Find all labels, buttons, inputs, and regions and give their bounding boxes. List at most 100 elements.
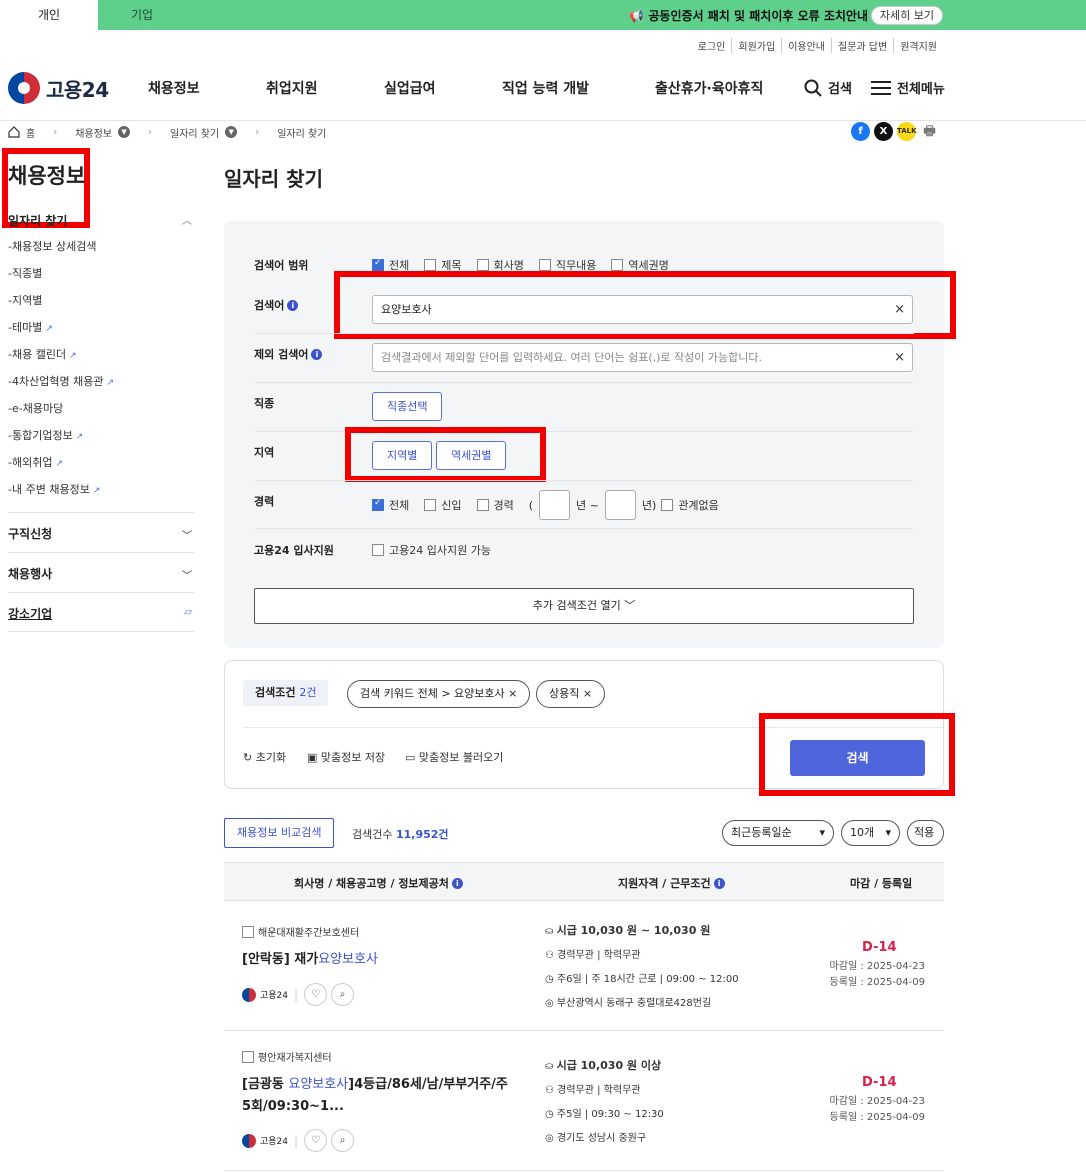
- remove-icon[interactable]: ×: [583, 687, 592, 700]
- info-icon[interactable]: i: [311, 349, 323, 360]
- location-pin-icon: ◎: [545, 1133, 554, 1144]
- header-search-button[interactable]: 검색: [804, 78, 852, 97]
- breadcrumb-home[interactable]: 홈: [26, 125, 35, 140]
- career-max-year-input[interactable]: [604, 490, 636, 520]
- signup-link[interactable]: 회원가입: [731, 38, 781, 53]
- compare-button[interactable]: 채용정보 비교검색: [224, 818, 335, 848]
- sidebar-item-by-region[interactable]: -지역별: [8, 292, 42, 308]
- heart-icon[interactable]: ♡: [304, 1129, 328, 1152]
- magnifier-icon[interactable]: ⌕: [331, 983, 355, 1006]
- sidebar-title: 채용정보: [8, 164, 86, 188]
- tab-personal[interactable]: 개인: [0, 0, 98, 30]
- page-size-select[interactable]: 10개 ▾: [841, 820, 900, 846]
- sidebar-item-by-theme[interactable]: -테마별 ↗: [8, 319, 53, 335]
- sidebar-item-company-info[interactable]: -통합기업정보 ↗: [8, 427, 83, 443]
- career-any-checkbox[interactable]: 관계없음: [661, 497, 719, 513]
- nav-employment-support[interactable]: 취업지원: [266, 78, 318, 98]
- career-exp-checkbox[interactable]: 경력: [476, 497, 514, 513]
- tab-business[interactable]: 기업: [98, 0, 186, 30]
- site-logo[interactable]: 고용24: [8, 72, 109, 104]
- chevron-right-icon: ›: [53, 126, 58, 138]
- reset-button[interactable]: ↻ 초기화: [243, 749, 286, 765]
- career-min-year-input[interactable]: [539, 490, 571, 520]
- sidebar-item-overseas[interactable]: -해외취업 ↗: [8, 454, 63, 470]
- divider: [254, 382, 914, 383]
- more-conditions-button[interactable]: 추가 검색조건 열기 ﹀: [254, 588, 914, 624]
- job-title-link-2[interactable]: [금광동 요양보호사]4등급/86세/남/부부거주/주5회/09:30~1...: [242, 1074, 510, 1118]
- nav-unemployment-benefit[interactable]: 실업급여: [384, 78, 436, 98]
- remove-icon[interactable]: ×: [508, 687, 517, 700]
- external-link-icon: ↗: [45, 324, 53, 334]
- qna-link[interactable]: 질문과 답변: [831, 38, 893, 53]
- notice-text[interactable]: 📢 공동인증서 패치 및 패치이후 오류 조치안내: [629, 7, 868, 24]
- chevron-right-icon: ›: [255, 126, 260, 138]
- support-checkbox[interactable]: 고용24 입사지원 가능: [372, 542, 491, 558]
- job-select-button[interactable]: 직종선택: [372, 392, 443, 421]
- facebook-icon[interactable]: f: [851, 122, 870, 141]
- apply-button[interactable]: 적용: [907, 820, 944, 846]
- guide-link[interactable]: 이용안내: [781, 38, 831, 53]
- sidebar-section-strong-sme[interactable]: 강소기업 ▱: [8, 592, 194, 632]
- scope-label: 검색어 범위: [254, 259, 309, 272]
- nav-parental-leave[interactable]: 출산휴가·육아휴직: [655, 78, 763, 98]
- sort-select[interactable]: 최근등록일순 ▾: [722, 820, 834, 846]
- hamburger-menu-icon: [871, 80, 891, 95]
- taegeuk-logo-icon: [242, 987, 256, 1002]
- chevron-down-icon[interactable]: ▼: [225, 126, 238, 138]
- info-icon[interactable]: i: [287, 300, 299, 311]
- save-custom-button[interactable]: ▣ 맞춤정보 저장: [307, 749, 385, 765]
- job-source-1: 고용24 | ♡ ⌕: [242, 983, 355, 1006]
- clear-icon[interactable]: ×: [894, 344, 905, 371]
- breadcrumb-find-jobs[interactable]: 일자리 찾기: [170, 125, 219, 140]
- source-logo: 고용24: [242, 987, 288, 1002]
- job-select-checkbox[interactable]: 해운대재활주간보호센터: [242, 924, 359, 939]
- coin-icon: ⛀: [545, 926, 554, 937]
- divider: [224, 1170, 944, 1171]
- sidebar-current-menu[interactable]: 일자리 찾기: [8, 212, 67, 229]
- kakaotalk-icon[interactable]: TALK: [897, 122, 917, 141]
- job-qual-1: ⚇ 경력무관 | 학력무관: [545, 950, 641, 961]
- remote-support-link[interactable]: 원격지원: [893, 38, 943, 53]
- chevron-up-icon[interactable]: ︿: [182, 212, 192, 227]
- sidebar-section-events[interactable]: 채용행사 ﹀: [8, 552, 194, 592]
- full-menu-button[interactable]: 전체메뉴: [871, 78, 945, 97]
- print-icon[interactable]: 🖶: [920, 122, 939, 141]
- breadcrumb-jobs[interactable]: 채용정보: [75, 125, 112, 140]
- exclude-input[interactable]: 검색결과에서 제외할 단어를 입력하세요. 여러 단어는 쉼표(,)로 작성이 …: [372, 343, 913, 372]
- header-deadline: 마감 / 등록일: [850, 877, 913, 890]
- career-all-checkbox[interactable]: 전체: [372, 497, 409, 513]
- condition-chip-keyword[interactable]: 검색 키워드 전체 > 요양보호사 ×: [347, 680, 531, 708]
- chevron-down-icon: ﹀: [182, 571, 192, 582]
- nav-vocational-training[interactable]: 직업 능력 개발: [502, 78, 589, 98]
- info-icon[interactable]: i: [713, 878, 725, 889]
- chevron-down-icon: ﹀: [182, 531, 192, 542]
- login-link[interactable]: 로그인: [692, 38, 732, 53]
- sidebar-item-calendar[interactable]: -채용 캘린더 ↗: [8, 346, 77, 362]
- sidebar-item-nearby[interactable]: -내 주변 채용정보 ↗: [8, 481, 100, 497]
- job-select-checkbox[interactable]: 평안재가복지센터: [242, 1049, 332, 1064]
- career-new-checkbox[interactable]: 신입: [424, 497, 462, 513]
- nav-jobs[interactable]: 채용정보: [148, 78, 200, 98]
- home-icon: [8, 126, 20, 138]
- condition-chip-regular[interactable]: 상용직 ×: [536, 680, 606, 708]
- sidebar-item-4th-industry[interactable]: -4차산업혁명 채용관 ↗: [8, 373, 114, 389]
- sidebar-item-by-job[interactable]: -직종별: [8, 265, 42, 281]
- job-dday-2: D-14: [862, 1075, 897, 1090]
- notice-detail-button[interactable]: 자세히 보기: [870, 6, 943, 25]
- info-icon[interactable]: i: [451, 878, 463, 889]
- x-twitter-icon[interactable]: X: [874, 122, 893, 141]
- heart-icon[interactable]: ♡: [304, 983, 328, 1006]
- highlight-box-region: [345, 427, 546, 482]
- job-title-link-1[interactable]: [안락동] 재가요양보호사: [242, 949, 522, 971]
- chat-icon: ▱: [184, 607, 192, 618]
- load-custom-button[interactable]: ▭ 맞춤정보 불러오기: [405, 749, 503, 765]
- sidebar-section-job-application[interactable]: 구직신청 ﹀: [8, 512, 194, 552]
- magnifier-icon[interactable]: ⌕: [331, 1129, 355, 1152]
- sidebar-item-detail-search[interactable]: -채용정보 상세검색: [8, 238, 96, 254]
- sidebar-item-e-recruit[interactable]: -e-채용마당: [8, 400, 63, 416]
- job-hours-2: ◷ 주5일 | 09:30 ~ 12:30: [545, 1109, 664, 1120]
- career-options: 전체 신입 경력 ( 년 ~ 년) 관계없음: [372, 490, 719, 520]
- chevron-down-icon[interactable]: ▼: [118, 126, 131, 138]
- job-dates-1: 마감일 : 2025-04-23 등록일 : 2025-04-09: [829, 961, 925, 988]
- chevron-down-icon: ﹀: [624, 599, 636, 612]
